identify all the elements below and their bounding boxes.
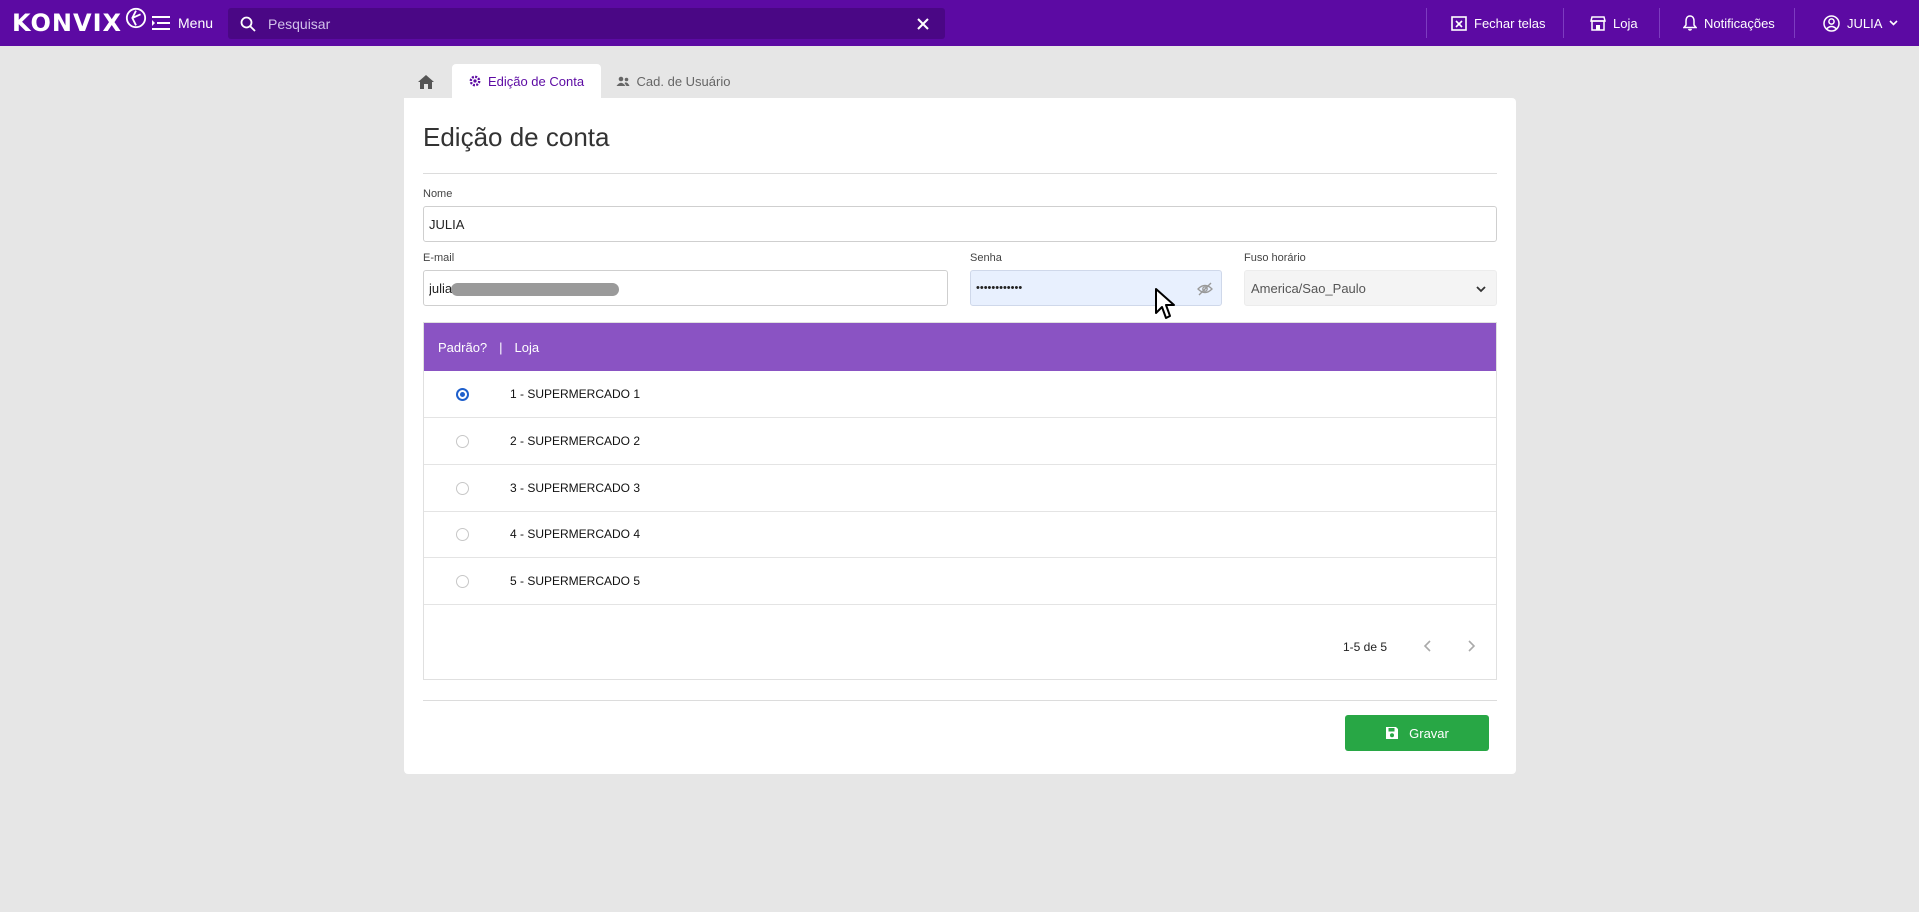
table-row[interactable]: 4 - SUPERMERCADO 4 — [424, 511, 1496, 558]
page-title: Edição de conta — [423, 122, 610, 152]
tab-edicao-de-conta[interactable]: Edição de Conta — [452, 64, 601, 98]
email-redaction — [451, 283, 619, 296]
floppy-disk-icon — [1386, 727, 1399, 739]
senha-field-wrapper — [970, 270, 1222, 306]
logo-text: KONVIX — [12, 9, 123, 37]
column-separator: | — [499, 339, 503, 355]
tab-cad-de-usuario[interactable]: Cad. de Usuário — [608, 64, 738, 98]
menu-label: Menu — [178, 15, 214, 31]
nome-label: Nome — [423, 188, 453, 200]
store-icon — [1590, 15, 1606, 31]
bell-icon — [1683, 15, 1697, 31]
user-label: JULIA — [1847, 15, 1883, 31]
search-bar — [228, 8, 945, 39]
default-radio[interactable] — [456, 528, 469, 541]
divider — [423, 700, 1497, 701]
home-icon — [418, 75, 434, 89]
divider — [423, 173, 1497, 174]
save-button[interactable]: Gravar — [1345, 715, 1489, 751]
tab-home[interactable] — [404, 66, 448, 98]
save-label: Gravar — [1409, 725, 1449, 741]
chevron-down-icon — [1476, 286, 1486, 293]
eye-slash-icon[interactable] — [1197, 281, 1213, 297]
store-table: Padrão? | Loja 1 - SUPERMERCADO 1 2 - SU… — [423, 322, 1497, 680]
search-input[interactable] — [268, 8, 915, 39]
fuso-horario-value: America/Sao_Paulo — [1251, 280, 1366, 296]
close-screens-icon — [1451, 15, 1467, 31]
store-name: 4 - SUPERMERCADO 4 — [510, 527, 641, 541]
notifications-label: Notificações — [1704, 15, 1775, 31]
pagination-info: 1-5 de 5 — [1343, 640, 1388, 654]
topbar-divider — [1794, 8, 1795, 38]
chevron-right-icon[interactable] — [1464, 638, 1478, 654]
konvix-logo[interactable]: KONVIX — [12, 7, 147, 37]
clear-search-icon[interactable] — [915, 16, 931, 32]
table-row[interactable]: 2 - SUPERMERCADO 2 — [424, 418, 1496, 465]
nome-input[interactable] — [424, 207, 1496, 241]
fuso-horario-select[interactable]: America/Sao_Paulo — [1244, 270, 1497, 306]
tab-label: Cad. de Usuário — [636, 73, 731, 89]
store-name: 3 - SUPERMERCADO 3 — [510, 481, 641, 495]
menu-button[interactable]: Menu — [152, 12, 213, 34]
fuso-horario-label: Fuso horário — [1244, 252, 1306, 264]
table-row[interactable]: 1 - SUPERMERCADO 1 — [424, 371, 1496, 418]
store-name: 5 - SUPERMERCADO 5 — [510, 574, 641, 588]
chevron-down-icon — [1889, 20, 1898, 26]
default-radio[interactable] — [456, 575, 469, 588]
email-field-wrapper — [423, 270, 948, 306]
search-icon — [240, 16, 256, 32]
chevron-left-icon[interactable] — [1421, 638, 1435, 654]
column-header-store[interactable]: Loja — [515, 340, 540, 355]
topbar-divider — [1426, 8, 1427, 38]
account-edit-card: Edição de conta Nome E-mail Senha Fuso h… — [404, 98, 1516, 774]
email-label: E-mail — [423, 252, 455, 264]
table-header: Padrão? | Loja — [424, 323, 1496, 371]
senha-input[interactable] — [971, 271, 1221, 305]
users-icon — [616, 76, 630, 86]
tab-label: Edição de Conta — [487, 73, 585, 89]
default-radio[interactable] — [456, 388, 469, 401]
logo-mark-icon — [125, 7, 147, 29]
nome-field-wrapper — [423, 206, 1497, 242]
default-radio[interactable] — [456, 482, 469, 495]
close-screens-label: Fechar telas — [1474, 15, 1546, 31]
close-screens-button[interactable]: Fechar telas — [1451, 12, 1546, 34]
gear-icon — [469, 75, 481, 87]
store-label: Loja — [1613, 15, 1638, 31]
topbar-divider — [1659, 8, 1660, 38]
column-header-default[interactable]: Padrão? — [438, 340, 487, 355]
table-row[interactable]: 3 - SUPERMERCADO 3 — [424, 465, 1496, 512]
store-name: 1 - SUPERMERCADO 1 — [510, 387, 641, 401]
top-bar: KONVIX Menu Fechar tel — [0, 0, 1919, 46]
store-name: 2 - SUPERMERCADO 2 — [510, 434, 641, 448]
default-radio[interactable] — [456, 435, 469, 448]
user-circle-icon — [1823, 14, 1840, 32]
notifications-button[interactable]: Notificações — [1683, 12, 1775, 34]
table-row[interactable]: 5 - SUPERMERCADO 5 — [424, 558, 1496, 605]
store-button[interactable]: Loja — [1590, 12, 1638, 34]
topbar-divider — [1563, 8, 1564, 38]
senha-label: Senha — [970, 252, 1002, 264]
user-menu-button[interactable]: JULIA — [1823, 12, 1898, 34]
menu-icon — [152, 16, 170, 30]
